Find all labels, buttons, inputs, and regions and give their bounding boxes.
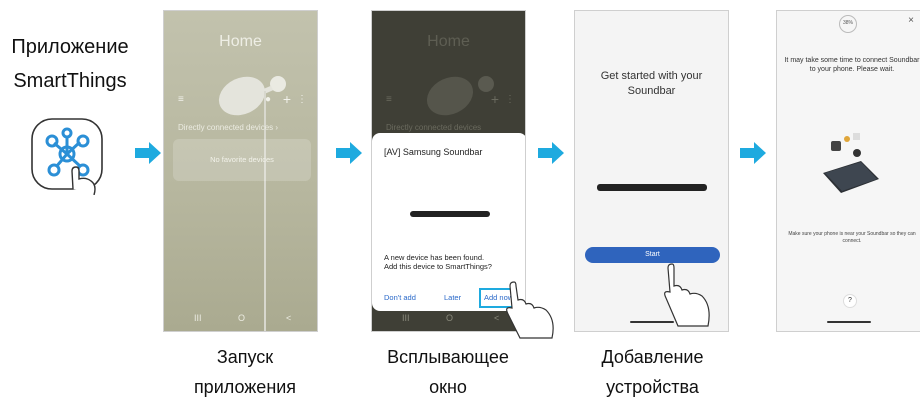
caption-line2: устройства (606, 377, 699, 397)
get-started-line2: Soundbar (627, 85, 676, 97)
add-icon[interactable]: + (283, 91, 291, 107)
later-button[interactable]: Later (444, 293, 461, 302)
app-title: Приложение SmartThings (0, 30, 140, 98)
caption-line2: приложения (193, 377, 297, 397)
soundbar-image (410, 211, 490, 217)
empty-favorites-card: No favorite devices (173, 139, 311, 181)
caption-line1: Запуск (216, 347, 274, 367)
arrow-right-icon (336, 142, 362, 164)
phone-popup-screen: Home ≡ + ⋮ Directly connected devices [A… (371, 10, 526, 332)
menu-icon: ≡ (386, 94, 392, 105)
caption-add-device: Добавление устройства (580, 342, 725, 402)
caption-line2: окно (429, 377, 467, 397)
menu-icon[interactable]: ≡ (178, 94, 184, 105)
nav-home-button[interactable]: O (446, 313, 453, 323)
progress-indicator: 38% (839, 15, 857, 33)
get-started-line1: Get started with your (600, 70, 703, 82)
add-icon: + (490, 91, 499, 107)
arrow-right-icon (538, 142, 564, 164)
caption-line1: Всплывающее (387, 347, 509, 367)
tap-hand-icon (506, 281, 554, 339)
nav-home-button[interactable]: O (238, 313, 245, 323)
nav-recents-button[interactable]: III (402, 313, 410, 323)
notification-icon[interactable]: ● (265, 94, 271, 105)
arrow-right-icon (740, 142, 766, 164)
nav-bar: III O < (164, 313, 317, 327)
nav-back-button[interactable]: < (494, 313, 499, 323)
app-title-line1: Приложение (11, 36, 129, 58)
more-icon[interactable]: ⋮ (297, 94, 307, 105)
phone-connecting-screen: 38% × It may take some time to connect S… (776, 10, 920, 332)
popup-message-line1: A new device has been found. (384, 253, 485, 262)
top-toolbar: ≡ + ⋮ (386, 91, 517, 108)
section-label: Directly connected devices (386, 123, 482, 132)
home-title: Home (427, 33, 470, 50)
smartthings-app-icon[interactable] (28, 115, 130, 195)
popup-message-line2: Add this device to SmartThings? (384, 262, 492, 271)
home-title: Home (219, 33, 262, 50)
caption-popup: Всплывающее окно (373, 342, 523, 402)
get-started-title: Get started with your Soundbar (575, 69, 728, 99)
phone-connecting-illustration (823, 133, 879, 193)
nav-recents-button[interactable]: III (194, 313, 202, 323)
start-button[interactable]: Start (585, 247, 720, 263)
nav-back-button[interactable]: < (286, 313, 291, 323)
popup-title: [AV] Samsung Soundbar (384, 147, 483, 157)
device-found-popup: [AV] Samsung Soundbar A new device has b… (372, 133, 525, 311)
caption-launch-app: Запуск приложения (180, 342, 310, 402)
proximity-message: Make sure your phone is near your Soundb… (788, 231, 916, 244)
wait-message: It may take some time to connect Soundba… (784, 57, 920, 73)
home-indicator (826, 321, 871, 323)
help-button[interactable]: ? (843, 294, 857, 308)
arrow-right-icon (135, 142, 161, 164)
top-toolbar: ≡ ● + ⋮ (178, 91, 309, 108)
caption-line1: Добавление (601, 347, 704, 367)
section-label[interactable]: Directly connected devices › (178, 123, 278, 132)
popup-message: A new device has been found. Add this de… (384, 253, 519, 271)
tap-hand-icon (664, 263, 710, 327)
soundbar-image (597, 184, 707, 191)
close-icon[interactable]: × (908, 15, 914, 26)
app-title-line2: SmartThings (13, 70, 127, 92)
dont-add-button[interactable]: Don't add (384, 293, 416, 302)
nav-bar: III O < (372, 313, 525, 327)
more-icon: ⋮ (505, 94, 515, 105)
phone-home-screen: Home ≡ ● + ⋮ Directly connected devices … (163, 10, 318, 332)
